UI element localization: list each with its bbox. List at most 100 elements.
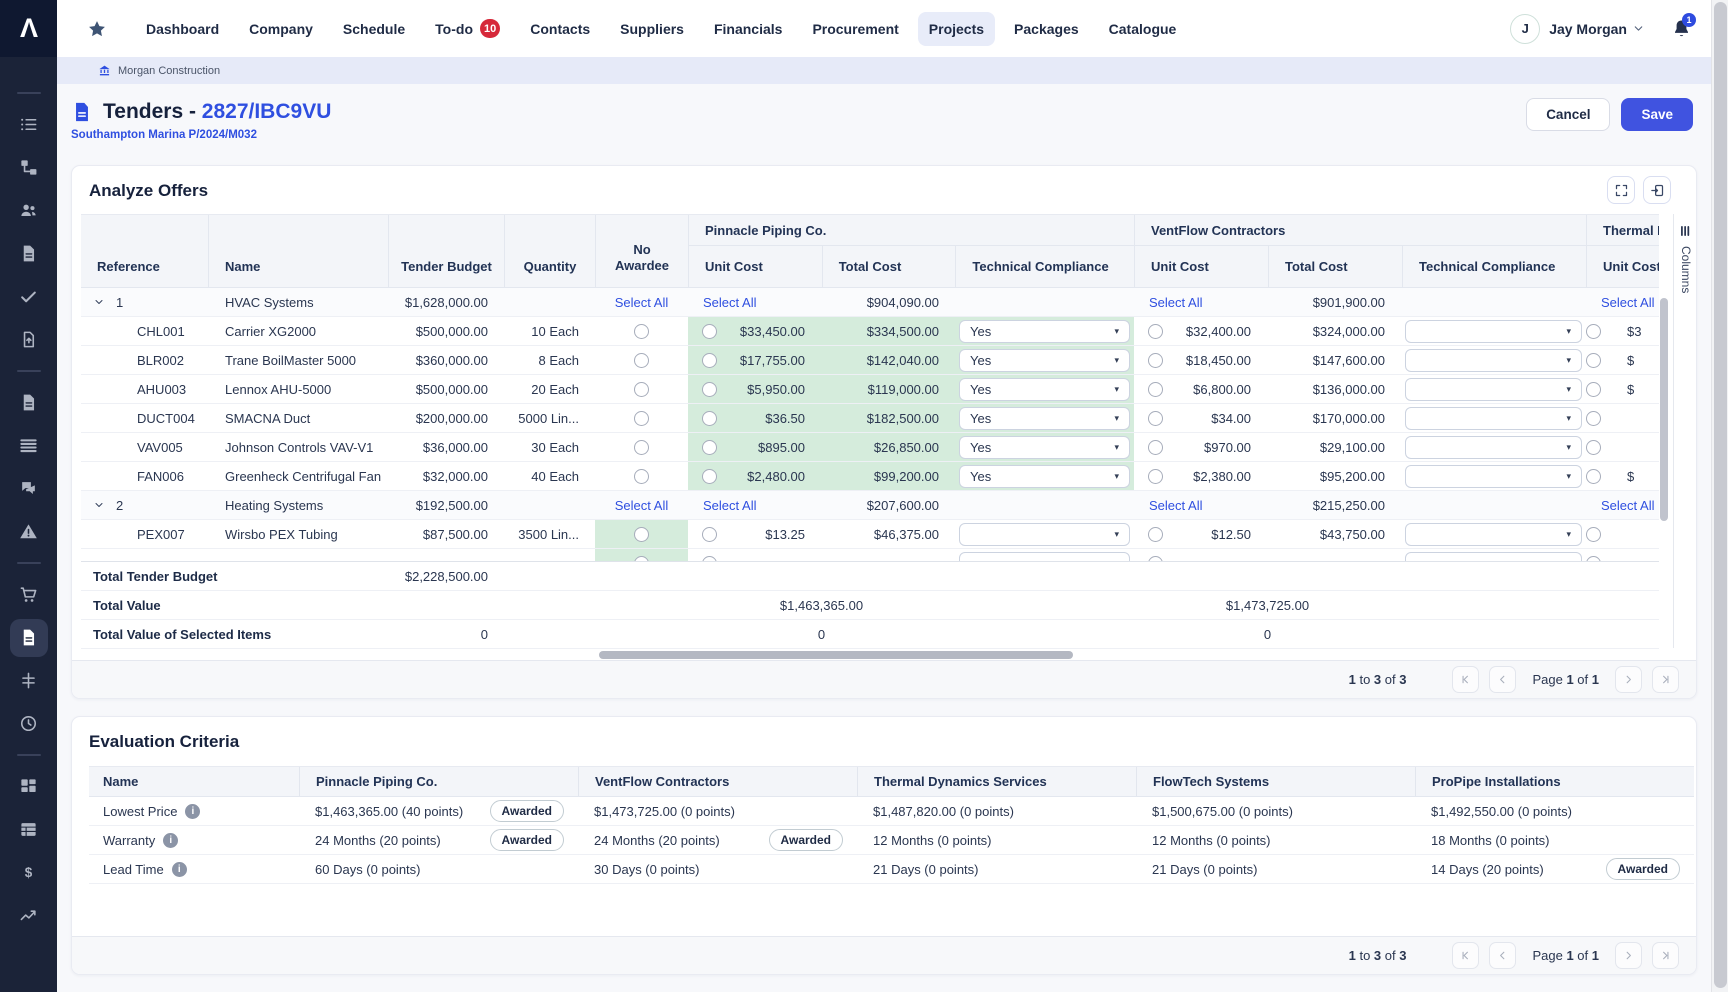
sidebar-item-checklist[interactable] xyxy=(0,275,57,318)
awardee-radio[interactable] xyxy=(634,411,649,426)
tender-reference-link[interactable]: 2827/IBC9VU xyxy=(202,100,332,123)
select-all-link[interactable]: Select All xyxy=(1149,498,1202,513)
awardee-radio[interactable] xyxy=(1148,440,1163,455)
select-all-link[interactable]: Select All xyxy=(1601,498,1654,513)
select-all-link[interactable]: Select All xyxy=(1601,295,1654,310)
awardee-radio[interactable] xyxy=(702,469,717,484)
sidebar-item-file-export[interactable] xyxy=(0,318,57,361)
compliance-select[interactable]: Yes▾ xyxy=(959,349,1130,372)
awardee-radio[interactable] xyxy=(1586,411,1601,426)
nav-item-dashboard[interactable]: Dashboard xyxy=(135,12,230,46)
nav-item-procurement[interactable]: Procurement xyxy=(801,12,909,46)
awardee-radio[interactable] xyxy=(702,527,717,542)
nav-item-projects[interactable]: Projects xyxy=(918,12,995,46)
vertical-scrollbar[interactable] xyxy=(1659,214,1669,648)
awardee-radio[interactable] xyxy=(702,324,717,339)
awardee-radio[interactable] xyxy=(1586,469,1601,484)
awardee-radio[interactable] xyxy=(634,324,649,339)
sidebar-item-modules-grid[interactable] xyxy=(0,765,57,808)
awardee-radio[interactable] xyxy=(1148,411,1163,426)
first-page-button[interactable] xyxy=(1452,942,1479,969)
sidebar-item-hierarchy[interactable] xyxy=(0,146,57,189)
window-scrollbar-thumb[interactable] xyxy=(1714,2,1727,988)
awardee-radio[interactable] xyxy=(634,469,649,484)
nav-item-schedule[interactable]: Schedule xyxy=(332,12,416,46)
compliance-select[interactable]: ▾ xyxy=(1405,378,1582,401)
previous-page-button[interactable] xyxy=(1489,942,1516,969)
save-button[interactable]: Save xyxy=(1621,98,1693,131)
compliance-select[interactable]: Yes▾ xyxy=(959,436,1130,459)
awardee-radio[interactable] xyxy=(634,440,649,455)
awardee-radio[interactable] xyxy=(634,527,649,542)
first-page-button[interactable] xyxy=(1452,666,1479,693)
awardee-radio[interactable] xyxy=(702,411,717,426)
nav-item-company[interactable]: Company xyxy=(238,12,324,46)
compliance-select[interactable]: ▾ xyxy=(959,552,1130,562)
sidebar-item-document[interactable] xyxy=(0,232,57,275)
compliance-select[interactable]: Yes▾ xyxy=(959,320,1130,343)
last-page-button[interactable] xyxy=(1652,666,1679,693)
compliance-select[interactable]: ▾ xyxy=(959,523,1130,546)
nav-item-catalogue[interactable]: Catalogue xyxy=(1098,12,1188,46)
sidebar-item-trend[interactable] xyxy=(0,894,57,937)
nav-item-to-do[interactable]: To-do10 xyxy=(424,10,511,47)
user-menu[interactable]: J Jay Morgan xyxy=(1510,14,1645,44)
compliance-select[interactable]: Yes▾ xyxy=(959,407,1130,430)
awardee-radio[interactable] xyxy=(702,440,717,455)
compliance-select[interactable]: ▾ xyxy=(1405,523,1582,546)
info-icon[interactable]: i xyxy=(185,804,200,819)
awardee-radio[interactable] xyxy=(1148,382,1163,397)
compliance-select[interactable]: ▾ xyxy=(1405,552,1582,562)
avatar[interactable]: J xyxy=(1510,14,1540,44)
awardee-radio[interactable] xyxy=(634,353,649,368)
awardee-radio[interactable] xyxy=(1586,324,1601,339)
awardee-radio[interactable] xyxy=(1148,324,1163,339)
cancel-button[interactable]: Cancel xyxy=(1526,98,1610,131)
sidebar-item-list[interactable] xyxy=(0,103,57,146)
previous-page-button[interactable] xyxy=(1489,666,1516,693)
select-all-link[interactable]: Select All xyxy=(615,498,668,513)
select-all-link[interactable]: Select All xyxy=(703,498,756,513)
notifications-bell-icon[interactable]: 1 xyxy=(1671,18,1692,39)
nav-item-contacts[interactable]: Contacts xyxy=(519,12,601,46)
sidebar-item-contract-document[interactable] xyxy=(0,381,57,424)
nav-item-suppliers[interactable]: Suppliers xyxy=(609,12,695,46)
next-page-button[interactable] xyxy=(1615,942,1642,969)
select-all-link[interactable]: Select All xyxy=(1149,295,1202,310)
compliance-select[interactable]: Yes▾ xyxy=(959,378,1130,401)
fullscreen-button[interactable] xyxy=(1607,176,1635,204)
horizontal-scrollbar-thumb[interactable] xyxy=(599,651,1073,659)
sidebar-item-tenders[interactable] xyxy=(0,616,57,659)
awardee-radio[interactable] xyxy=(1586,382,1601,397)
sidebar-item-chat[interactable] xyxy=(0,467,57,510)
awardee-radio[interactable] xyxy=(1586,440,1601,455)
chevron-down-icon[interactable] xyxy=(93,296,105,308)
compliance-select[interactable]: ▾ xyxy=(1405,436,1582,459)
app-logo[interactable]: Λ xyxy=(0,0,57,57)
sidebar-item-sliders[interactable] xyxy=(0,659,57,702)
info-icon[interactable]: i xyxy=(163,833,178,848)
awardee-radio[interactable] xyxy=(1148,527,1163,542)
awardee-radio[interactable] xyxy=(1586,527,1601,542)
awardee-radio[interactable] xyxy=(1148,353,1163,368)
info-icon[interactable]: i xyxy=(172,862,187,877)
breadcrumb[interactable]: Morgan Construction xyxy=(57,57,1728,84)
sidebar-item-people[interactable] xyxy=(0,189,57,232)
awardee-radio[interactable] xyxy=(702,382,717,397)
compliance-select[interactable]: Yes▾ xyxy=(959,465,1130,488)
compliance-select[interactable]: ▾ xyxy=(1405,465,1582,488)
last-page-button[interactable] xyxy=(1652,942,1679,969)
open-in-button[interactable] xyxy=(1643,176,1671,204)
sidebar-item-clock[interactable] xyxy=(0,702,57,745)
sidebar-item-rows[interactable] xyxy=(0,424,57,467)
awardee-radio[interactable] xyxy=(634,382,649,397)
awardee-radio[interactable] xyxy=(1586,353,1601,368)
sidebar-item-warning[interactable] xyxy=(0,510,57,553)
nav-item-financials[interactable]: Financials xyxy=(703,12,793,46)
favorite-star-icon[interactable] xyxy=(87,19,107,39)
sidebar-item-cart[interactable] xyxy=(0,573,57,616)
vertical-scrollbar-thumb[interactable] xyxy=(1660,298,1668,521)
next-page-button[interactable] xyxy=(1615,666,1642,693)
select-all-link[interactable]: Select All xyxy=(703,295,756,310)
sidebar-item-table[interactable] xyxy=(0,808,57,851)
